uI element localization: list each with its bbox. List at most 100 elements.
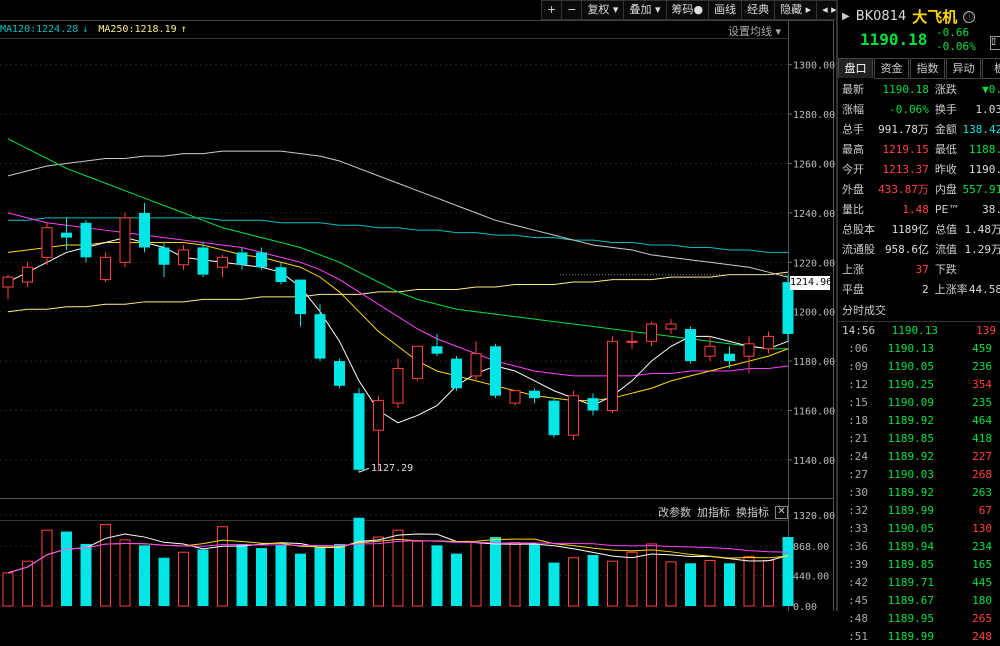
overlay-button[interactable]: 叠加 ▾ [623,0,666,20]
tick-price: 1189.99 [887,504,934,517]
quote-value [963,260,1000,280]
tick-volume: 459 [972,342,992,355]
volume-bar [470,542,482,607]
quote-label: 流通股 [842,243,875,256]
tab-funds[interactable]: 资金 [874,58,909,79]
volume-bar [158,557,170,606]
quote-value: 1188. [968,143,1000,156]
tab-index[interactable]: 指数 [910,58,945,79]
ma120-label: MA120:1224.28 [0,24,79,35]
price-tick-label: 1200.00 [793,308,835,319]
tick-volume: 130 [972,522,992,535]
candle-body [704,345,716,357]
tick-time: :39 [848,558,868,571]
volume-bar [373,536,384,607]
tick-volume: 445 [972,576,992,589]
tick-price: 1189.85 [887,432,934,445]
quote-value: -0.06% [889,103,929,116]
change-indicator-button[interactable]: 换指标 [736,504,769,520]
quote-row: 最高 1219.15 最低 1188. [838,140,1000,160]
tick-volume: 234 [972,540,992,553]
quote-side-panel: ▶ BK0814 大飞机 ⓘ 1190.18 -0.66 -0.06% ▯ 盘口… [836,0,1000,643]
ma250-label: MA250:1218.19 [98,24,177,35]
info-icon[interactable]: ⓘ [963,10,976,23]
candle-body [724,353,735,362]
price-change: -0.66 [936,26,970,39]
quote-value: 433.87万 [878,183,929,196]
tick-volume: 227 [972,450,992,463]
volume-tick-label: 440.00 [793,572,829,583]
quote-row: 流通股 958.6亿 流值 1.29万 [838,240,1000,260]
zoom-out-button[interactable]: − [561,0,582,20]
volume-bar [529,543,540,606]
tick-time: :45 [848,594,868,607]
edit-params-button[interactable]: 改参数 [658,504,691,520]
ma-setting-button[interactable]: 设置均线 ▾ [728,23,781,39]
collapse-icon[interactable]: ▯ [990,36,1000,50]
tick-row: :45 1189.67 180 [838,592,1000,610]
hide-button[interactable]: 隐藏 ▸ [774,0,817,20]
zoom-in-button[interactable]: + [541,0,562,20]
quote-label: 外盘 [842,183,864,196]
candle-body [119,217,131,263]
tick-time: :06 [848,342,868,355]
kline-chart-area[interactable]: 1300.00 1280.00 1260.00 1240.00 1220.00 1200.… [0,0,843,611]
play-icon[interactable]: ▶ [842,11,850,22]
tab-orderbook[interactable]: 盘口 [838,58,873,78]
tick-row: :06 1190.13 459 [838,340,1000,358]
volume-tick-label: 868.00 [793,542,829,553]
tick-volume: 235 [972,396,992,409]
quote-label: 总值 [935,223,958,236]
quote-label: 涨幅 [842,103,864,116]
side-tabs: 盘口 资金 指数 异动 板 [838,58,1000,79]
tick-time: :30 [848,486,868,499]
tick-time: :42 [848,576,868,589]
tab-sector[interactable]: 板 [982,58,1000,79]
draw-line-button[interactable]: 画线 [708,0,742,20]
tick-time: :33 [848,522,868,535]
tick-price: 1189.92 [887,486,934,499]
price-tick-label: 1220.00 [793,258,835,269]
volume-bar [763,560,774,607]
chips-button[interactable]: 筹码● [665,0,709,20]
volume-bar [607,560,618,607]
close-icon[interactable]: ✕ [775,505,788,519]
tick-price: 1189.92 [887,414,934,427]
add-indicator-button[interactable]: 加指标 [697,504,730,520]
tick-price: 1189.92 [887,450,934,463]
tick-row: :33 1190.05 130 [838,520,1000,538]
tick-row: :27 1190.03 268 [838,466,1000,484]
tab-movement[interactable]: 异动 [946,58,981,79]
volume-bar [295,553,306,606]
price-tick-label: 1280.00 [793,110,835,121]
tick-trades-list[interactable]: 14:56 1190.13 139:06 1190.13 459:09 1190.05 23… [838,321,1000,646]
volume-bar [353,517,365,606]
candle-body [41,227,53,258]
tick-price: 1190.05 [887,360,934,373]
tick-volume: 418 [972,432,992,445]
candle-body [685,328,696,362]
quote-row: 最新 1190.18 涨跌 ▼0. [838,80,1000,100]
quote-label: 上涨 [842,263,864,276]
tick-volume: 180 [972,594,992,607]
quote-label: 最新 [842,83,864,96]
tick-price: 1189.85 [887,558,934,571]
tick-volume: 165 [972,558,992,571]
classic-button[interactable]: 经典 [741,0,775,20]
adjust-button[interactable]: 复权 ▾ [581,0,624,20]
candle-body [295,279,306,315]
quote-label: 涨跌 [934,83,957,96]
quote-label: PE™ [934,203,960,216]
quote-value: 1.48 [902,203,929,216]
quote-label: 昨收 [934,163,957,176]
tick-row: :36 1189.94 234 [838,538,1000,556]
volume-tools: 改参数 加指标 换指标 ✕ [658,504,788,520]
candle-body [373,400,384,431]
volume-bar [119,539,131,607]
quote-row: 平盘 2 上涨率 44.58 [838,280,1000,300]
volume-bar [100,524,111,607]
quote-row: 今开 1213.37 昨收 1190. [838,160,1000,180]
change-box: -0.66 -0.06% [936,26,976,54]
candle-body [529,390,540,399]
quote-label: 总股本 [842,223,875,236]
